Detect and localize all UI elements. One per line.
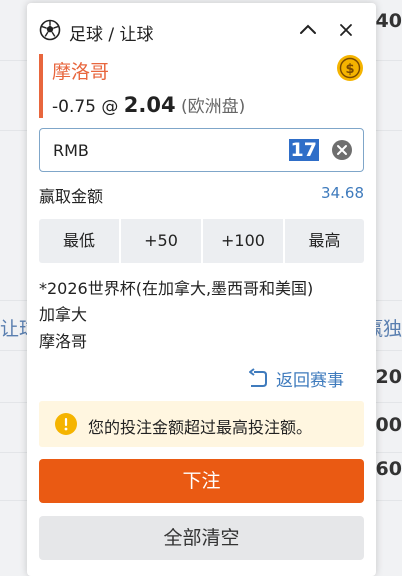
close-icon[interactable] — [334, 18, 358, 42]
event-competition: *2026世界杯(在加拿大,墨西哥和美国) — [39, 279, 314, 298]
quick-stake-min-button[interactable]: 最低 — [39, 219, 119, 263]
event-home-team: 加拿大 — [39, 305, 88, 324]
return-arrow-icon — [249, 368, 267, 387]
currency-label: RMB — [53, 141, 89, 160]
odds-price: 2.04 — [123, 93, 176, 117]
warning-banner: 您的投注金额超过最高投注额。 — [39, 401, 364, 447]
quick-stake-plus50-button[interactable]: +50 — [121, 219, 201, 263]
quick-stake-group: 最低 +50 +100 最高 — [39, 219, 364, 263]
back-to-event-label: 返回赛事 — [276, 371, 344, 391]
quick-stake-max-button[interactable]: 最高 — [285, 219, 364, 263]
cash-out-coin-icon[interactable]: $ — [336, 54, 364, 82]
back-to-event-link[interactable]: 返回赛事 — [246, 366, 364, 391]
clear-all-button[interactable]: 全部清空 — [39, 516, 364, 560]
warning-icon — [55, 413, 77, 435]
chevron-up-icon[interactable] — [296, 18, 320, 42]
place-bet-button[interactable]: 下注 — [39, 459, 364, 503]
bet-slip-header: 足球 / 让球 — [39, 18, 364, 48]
selection-team: 摩洛哥 — [52, 61, 110, 83]
winnings-label: 赢取金额 — [39, 187, 104, 206]
handicap-line: -0.75 @ — [52, 97, 124, 117]
stake-value[interactable]: 17 — [288, 139, 319, 161]
selection-marker — [39, 54, 43, 118]
clear-input-icon[interactable] — [331, 139, 353, 161]
bet-slip-title: 足球 / 让球 — [69, 25, 154, 45]
event-away-team: 摩洛哥 — [39, 332, 88, 351]
warning-message: 您的投注金额超过最高投注额。 — [88, 418, 313, 437]
quick-stake-plus100-button[interactable]: +100 — [203, 219, 283, 263]
winnings-value: 34.68 — [321, 184, 364, 202]
odds-type: (欧洲盘) — [175, 97, 246, 117]
bet-slip-panel: 足球 / 让球 摩洛哥 $ -0.75 @ 2.04 (欧洲盘) RMB 17 … — [27, 3, 376, 576]
selection-odds: -0.75 @ 2.04 (欧洲盘) — [52, 92, 245, 117]
stake-input[interactable]: RMB 17 — [39, 128, 364, 172]
svg-text:$: $ — [345, 62, 354, 77]
soccer-ball-icon — [39, 19, 61, 41]
